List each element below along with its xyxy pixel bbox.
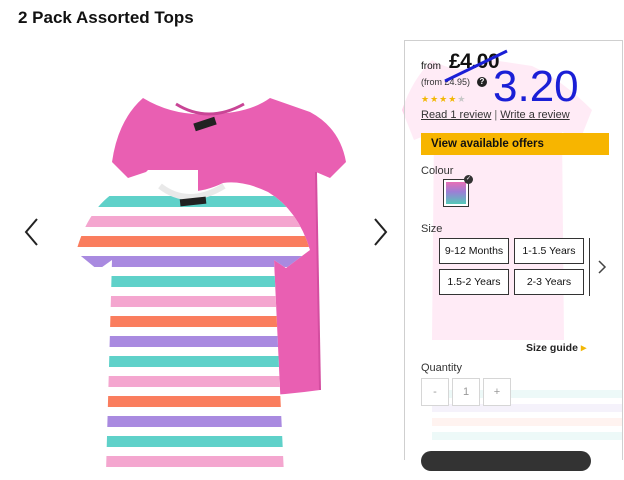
gallery-prev-button[interactable] xyxy=(22,215,42,249)
star-empty-icon: ★ xyxy=(457,94,467,104)
quantity-decrease-button[interactable]: - xyxy=(421,378,449,406)
size-option-1-5-2-years[interactable]: 1.5-2 Years xyxy=(439,269,509,295)
swatch-fill xyxy=(446,182,466,204)
size-guide-label: Size guide xyxy=(526,342,578,354)
read-review-link[interactable]: Read 1 review xyxy=(421,109,491,121)
was-price: (from £4.95) xyxy=(421,77,471,87)
product-panel: from £4.00 (from £4.95) ? 3.20 ★★★★★ Rea… xyxy=(404,40,623,471)
size-next-button[interactable] xyxy=(591,238,611,296)
size-option-9-12-months[interactable]: 9-12 Months xyxy=(439,238,509,264)
price: £4.00 xyxy=(449,50,500,73)
caret-right-icon: ▸ xyxy=(580,342,587,354)
chevron-right-icon xyxy=(374,218,388,246)
quantity-stepper: - 1 + xyxy=(421,378,514,406)
view-offers-button[interactable]: View available offers xyxy=(421,133,609,155)
product-gallery xyxy=(18,40,400,480)
quantity-label: Quantity xyxy=(421,362,462,374)
colour-label: Colour xyxy=(421,165,454,177)
check-icon: ✓ xyxy=(464,175,473,184)
write-review-link[interactable]: Write a review xyxy=(500,109,569,121)
review-separator: | xyxy=(494,109,498,121)
quantity-increase-button[interactable]: + xyxy=(483,378,511,406)
review-links: Read 1 review | Write a review xyxy=(421,109,570,121)
info-icon[interactable]: ? xyxy=(477,77,487,87)
star-icon: ★ xyxy=(448,94,458,104)
star-rating: ★★★★★ xyxy=(421,94,466,105)
chevron-right-icon xyxy=(598,260,607,274)
price-from-label: from xyxy=(421,61,441,72)
add-to-bag-button[interactable] xyxy=(421,451,591,471)
star-icon: ★ xyxy=(430,94,440,104)
star-icon: ★ xyxy=(421,94,431,104)
overlay-new-price: 3.20 xyxy=(493,62,579,111)
colour-swatch[interactable]: ✓ xyxy=(443,175,473,207)
product-image xyxy=(76,98,346,480)
size-guide-link[interactable]: Size guide ▸ xyxy=(526,342,586,354)
page-title: 2 Pack Assorted Tops xyxy=(18,8,194,27)
chevron-left-icon xyxy=(24,218,38,246)
size-option-1-1-5-years[interactable]: 1-1.5 Years xyxy=(514,238,584,264)
size-option-2-3-years[interactable]: 2-3 Years xyxy=(514,269,584,295)
gallery-next-button[interactable] xyxy=(370,215,390,249)
star-icon: ★ xyxy=(439,94,449,104)
size-label: Size xyxy=(421,223,443,235)
quantity-input[interactable]: 1 xyxy=(452,378,480,406)
